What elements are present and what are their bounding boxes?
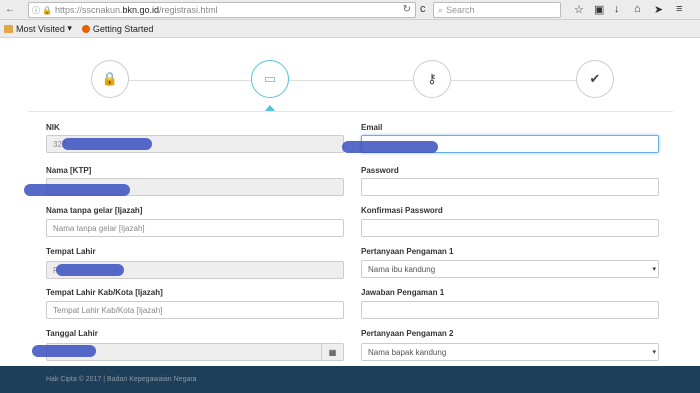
steps-connector [110, 80, 595, 81]
pertanyaan-1-value: Nama ibu kandung [368, 264, 436, 274]
page-footer: Hak Cipta © 2017 | Badan Kepegawaian Neg… [0, 366, 700, 393]
nama-ktp-label: Nama [KTP] [46, 166, 92, 175]
url-bar[interactable]: ⓘ 🔒 https://sscnakun. bkn.go.id/registras… [28, 2, 416, 18]
pertanyaan-1-label: Pertanyaan Pengaman 1 [361, 247, 454, 256]
step-lock-icon[interactable]: 🔒 [91, 60, 129, 98]
email-label: Email [361, 123, 383, 132]
lock-icon: 🔒 [42, 5, 52, 15]
step-key-icon[interactable]: ⚷ [413, 60, 451, 98]
password-label: Password [361, 166, 399, 175]
nama-gelar-label: Nama tanpa gelar [Ijazah] [46, 206, 143, 215]
menu-icon[interactable]: ≡ [676, 3, 682, 15]
redaction-mark [32, 345, 96, 357]
konfirmasi-password-label: Konfirmasi Password [361, 206, 443, 215]
bookmark-star-icon[interactable]: ☆ [574, 3, 584, 16]
tempat-lahir-kab-label: Tempat Lahir Kab/Kota [Ijazah] [46, 288, 163, 297]
nama-gelar-placeholder: Nama tanpa gelar [Ijazah] [53, 223, 145, 233]
reading-list-icon[interactable]: ▣ [594, 3, 604, 16]
tempat-lahir-label: Tempat Lahir [46, 247, 96, 256]
redaction-mark [24, 184, 130, 196]
search-icon: ⌕ [438, 4, 444, 15]
search-input[interactable]: ⌕ Search [433, 2, 561, 18]
search-placeholder: Search [446, 5, 475, 15]
download-icon[interactable]: ↓ [614, 3, 620, 15]
copyright-text: Hak Cipta © 2017 | Badan Kepegawaian Neg… [46, 376, 197, 383]
jawaban-1-label: Jawaban Pengaman 1 [361, 288, 445, 297]
tempat-lahir-kab-placeholder: Tempat Lahir Kab/Kota [Ijazah] [53, 305, 163, 315]
redaction-mark [342, 141, 438, 153]
reload-icon[interactable]: ↻ [403, 4, 411, 15]
chevron-down-icon: ▾ [652, 349, 656, 356]
bookmark-most-visited[interactable]: Most Visited ▾ [4, 23, 72, 34]
bookmark-getting-started[interactable]: Getting Started [81, 23, 154, 34]
send-icon[interactable]: ➤ [654, 3, 663, 16]
divider [28, 111, 673, 112]
pertanyaan-2-label: Pertanyaan Pengaman 2 [361, 329, 454, 338]
step-id-card-icon[interactable]: ▭ [251, 60, 289, 98]
home-icon[interactable]: ⌂ [634, 3, 641, 15]
pertanyaan-1-select[interactable]: Nama ibu kandung ▾ [361, 260, 659, 278]
calendar-icon[interactable]: ▦ [321, 344, 343, 360]
jawaban-1-input[interactable] [361, 301, 659, 319]
reload-button-icon[interactable]: c [420, 3, 426, 15]
browser-toolbar: ← ⓘ 🔒 https://sscnakun. bkn.go.id/registr… [0, 0, 700, 20]
back-icon[interactable]: ← [4, 4, 16, 16]
firefox-icon [81, 24, 90, 33]
folder-icon [4, 24, 13, 33]
url-domain: bkn.go.id [122, 5, 160, 15]
registration-steps: 🔒 ▭ ⚷ ✔ [0, 40, 700, 112]
password-input[interactable] [361, 178, 659, 196]
pertanyaan-2-select[interactable]: Nama bapak kandung ▾ [361, 343, 659, 361]
info-icon[interactable]: ⓘ [32, 5, 40, 16]
bookmark-label: Most Visited [16, 23, 65, 34]
bookmarks-bar: Most Visited ▾ Getting Started [0, 20, 700, 38]
url-prefix: https://sscnakun. [54, 5, 123, 15]
redaction-mark [56, 264, 124, 276]
url-suffix: /registrasi.html [159, 5, 218, 15]
pertanyaan-2-value: Nama bapak kandung [368, 347, 447, 357]
tanggal-lahir-label: Tanggal Lahir [46, 329, 98, 338]
tempat-lahir-kab-input[interactable]: Tempat Lahir Kab/Kota [Ijazah] [46, 301, 344, 319]
chevron-down-icon: ▾ [652, 266, 656, 273]
nik-label: NIK [46, 123, 60, 132]
konfirmasi-password-input[interactable] [361, 219, 659, 237]
step-check-icon[interactable]: ✔ [576, 60, 614, 98]
nama-gelar-input[interactable]: Nama tanpa gelar [Ijazah] [46, 219, 344, 237]
redaction-mark [62, 138, 152, 150]
bookmark-label: Getting Started [92, 23, 154, 34]
